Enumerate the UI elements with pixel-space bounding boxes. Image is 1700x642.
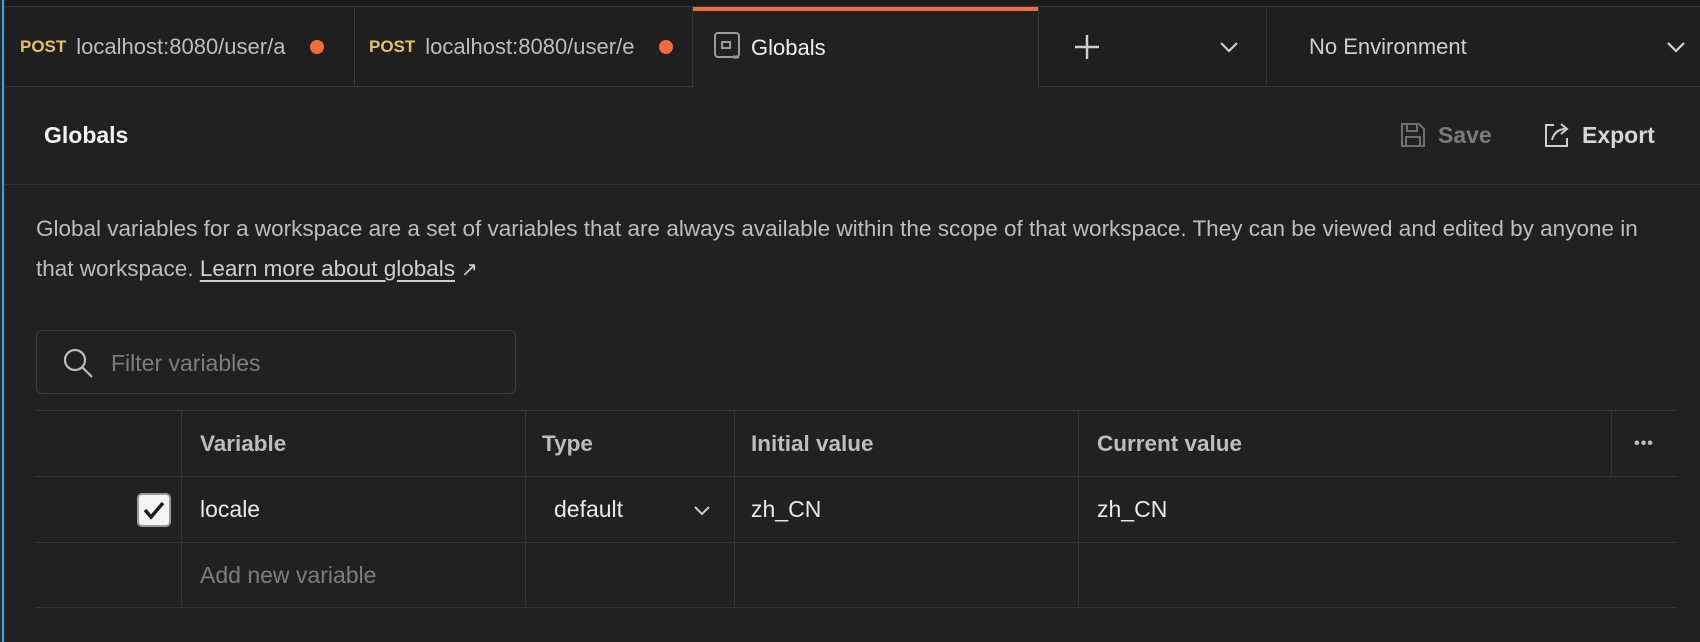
save-button[interactable]: Save bbox=[1398, 112, 1492, 158]
new-variable-row: Add new variable bbox=[36, 542, 1676, 608]
header-checkbox-cell bbox=[36, 411, 181, 476]
export-icon bbox=[1545, 123, 1569, 147]
tab-title: Globals bbox=[751, 34, 826, 60]
search-icon bbox=[63, 348, 93, 378]
tab-method: POST bbox=[369, 37, 416, 56]
globals-header: Globals Save Export bbox=[5, 87, 1700, 185]
filter-variables-search bbox=[36, 330, 516, 394]
empty-checkbox-cell bbox=[36, 543, 181, 607]
save-icon bbox=[1401, 123, 1425, 147]
empty-current-value-cell bbox=[1078, 543, 1676, 607]
export-label: Export bbox=[1582, 121, 1655, 148]
tab-method: POST bbox=[20, 37, 67, 56]
table-row: locale default zh_CN zh_CN bbox=[36, 476, 1676, 542]
type-dropdown[interactable]: default bbox=[554, 496, 714, 523]
globals-icon bbox=[713, 31, 741, 64]
empty-initial-value-cell bbox=[734, 543, 1078, 607]
tab-url: localhost:8080/user/a bbox=[76, 34, 286, 59]
current-value-cell[interactable]: zh_CN bbox=[1078, 477, 1611, 542]
add-new-variable-input[interactable]: Add new variable bbox=[181, 543, 525, 607]
tab-strip: POST localhost:8080/user/a POST localhos… bbox=[5, 7, 1700, 88]
chevron-down-icon[interactable] bbox=[1213, 31, 1245, 63]
column-header-current-value: Current value bbox=[1078, 411, 1611, 476]
column-header-type: Type bbox=[525, 411, 734, 476]
chevron-down-icon bbox=[1667, 42, 1685, 53]
more-icon: ••• bbox=[1634, 434, 1654, 452]
column-header-initial-value: Initial value bbox=[734, 411, 1078, 476]
globals-description: Global variables for a workspace are a s… bbox=[36, 209, 1676, 290]
unsaved-indicator bbox=[659, 40, 674, 54]
environment-label: No Environment bbox=[1309, 34, 1467, 59]
page-title: Globals bbox=[44, 122, 129, 148]
tab-request-1[interactable]: POST localhost:8080/user/a bbox=[20, 7, 350, 87]
empty-type-cell bbox=[525, 543, 734, 607]
more-options-button[interactable]: ••• bbox=[1611, 411, 1676, 476]
column-header-variable: Variable bbox=[181, 411, 525, 476]
type-cell: default bbox=[525, 477, 734, 542]
window-top-border bbox=[0, 0, 1700, 7]
learn-more-link[interactable]: Learn more about globals bbox=[200, 256, 455, 281]
save-label: Save bbox=[1438, 121, 1492, 148]
search-input[interactable] bbox=[109, 345, 503, 381]
tab-globals[interactable]: Globals bbox=[692, 7, 1039, 88]
initial-value-cell[interactable]: zh_CN bbox=[734, 477, 1078, 542]
environment-selector[interactable]: No Environment bbox=[1267, 7, 1700, 87]
variable-name-cell[interactable]: locale bbox=[181, 477, 525, 542]
chevron-down-icon bbox=[694, 505, 710, 515]
type-value: default bbox=[554, 496, 624, 522]
unsaved-indicator bbox=[310, 40, 325, 54]
enable-checkbox-cell bbox=[36, 477, 181, 542]
new-tab-area bbox=[1040, 7, 1267, 87]
checkmark-icon bbox=[143, 501, 165, 520]
table-header-row: Variable Type Initial value Current valu… bbox=[36, 410, 1676, 476]
plus-icon[interactable] bbox=[1065, 25, 1109, 69]
export-button[interactable]: Export bbox=[1542, 112, 1655, 158]
tab-url: localhost:8080/user/e bbox=[425, 34, 635, 59]
variables-table: Variable Type Initial value Current valu… bbox=[36, 410, 1676, 608]
enable-checkbox[interactable] bbox=[137, 492, 171, 527]
external-link-icon: ↗ bbox=[461, 259, 478, 281]
tab-request-2[interactable]: POST localhost:8080/user/e bbox=[354, 7, 694, 87]
